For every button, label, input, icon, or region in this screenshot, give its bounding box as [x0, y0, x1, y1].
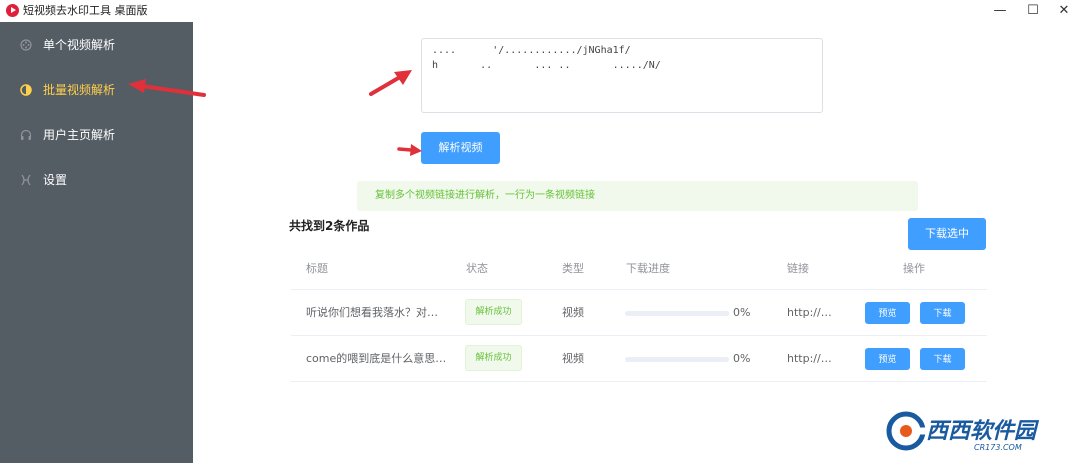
minimize-button[interactable]: —	[990, 2, 1010, 20]
row-title: come的喂到底是什么意思…	[306, 352, 447, 365]
table-header: 标题 状态 类型 下载进度 链接 操作	[291, 248, 987, 290]
results-table: 标题 状态 类型 下载进度 链接 操作 听说你们想看我落水？对… 解析成功 视频…	[291, 248, 987, 382]
result-count-title: 共找到2条作品	[289, 219, 370, 233]
window-title: 短视频去水印工具 桌面版	[23, 4, 148, 17]
status-badge: 解析成功	[465, 345, 522, 371]
row-link[interactable]: http://…	[787, 306, 832, 320]
sidebar-item-label: 单个视频解析	[43, 38, 116, 52]
column-header-status: 状态	[466, 262, 488, 275]
annotation-arrow-parse-button	[397, 144, 422, 156]
sidebar-item-label: 用户主页解析	[43, 128, 116, 142]
row-type: 视频	[562, 352, 584, 365]
tip-alert: 复制多个视频链接进行解析，一行为一条视频链接	[357, 181, 918, 211]
download-progress-bar	[625, 311, 729, 316]
headphones-icon	[20, 129, 32, 140]
row-title: 听说你们想看我落水？对…	[306, 306, 438, 319]
app-play-icon	[6, 4, 19, 17]
column-header-type: 类型	[562, 262, 584, 275]
title-bar: 短视频去水印工具 桌面版 — ☐ ✕	[0, 0, 1080, 22]
annotation-arrow-textarea	[369, 70, 412, 96]
video-links-textarea[interactable]: .... '/............/jNGha1f/ h .. ... ..…	[421, 38, 823, 113]
progress-text: 0%	[733, 352, 751, 365]
maximize-button[interactable]: ☐	[1023, 2, 1043, 20]
watermark-subtext: CR173.COM	[974, 443, 1022, 452]
sidebar-item-settings[interactable]: 设置	[0, 157, 193, 203]
watermark-text: 西西软件园	[926, 419, 1040, 444]
sidebar-item-user-homepage[interactable]: 用户主页解析	[0, 112, 193, 158]
row-type: 视频	[562, 306, 584, 319]
parse-video-button[interactable]: 解析视频	[421, 132, 500, 164]
half-circle-icon	[20, 84, 32, 96]
main-content: .... '/............/jNGha1f/ h .. ... ..…	[193, 22, 1080, 463]
close-button[interactable]: ✕	[1054, 2, 1074, 20]
table-row: come的喂到底是什么意思… 解析成功 视频 0% http://… 预览 下载	[291, 336, 987, 382]
download-button[interactable]: 下载	[920, 302, 965, 324]
preview-button[interactable]: 预览	[865, 302, 910, 324]
preview-button[interactable]: 预览	[865, 348, 910, 370]
download-button[interactable]: 下载	[920, 348, 965, 370]
settings-icon	[21, 174, 31, 186]
column-header-progress: 下载进度	[626, 262, 670, 275]
film-reel-icon	[20, 39, 32, 51]
sidebar-item-label: 批量视频解析	[43, 83, 116, 97]
table-row: 听说你们想看我落水？对… 解析成功 视频 0% http://… 预览 下载	[291, 290, 987, 336]
sidebar-item-single-video[interactable]: 单个视频解析	[0, 22, 193, 68]
status-badge: 解析成功	[465, 299, 522, 325]
column-header-title: 标题	[306, 262, 328, 275]
column-header-actions: 操作	[903, 262, 925, 275]
sidebar-item-label: 设置	[43, 173, 68, 187]
watermark-logo: 西西软件园 CR173.COM	[886, 411, 1040, 452]
download-progress-bar	[625, 357, 729, 362]
column-header-link: 链接	[787, 262, 809, 275]
progress-text: 0%	[733, 306, 751, 319]
row-link[interactable]: http://…	[787, 352, 832, 366]
download-selected-button[interactable]: 下载选中	[908, 218, 986, 250]
